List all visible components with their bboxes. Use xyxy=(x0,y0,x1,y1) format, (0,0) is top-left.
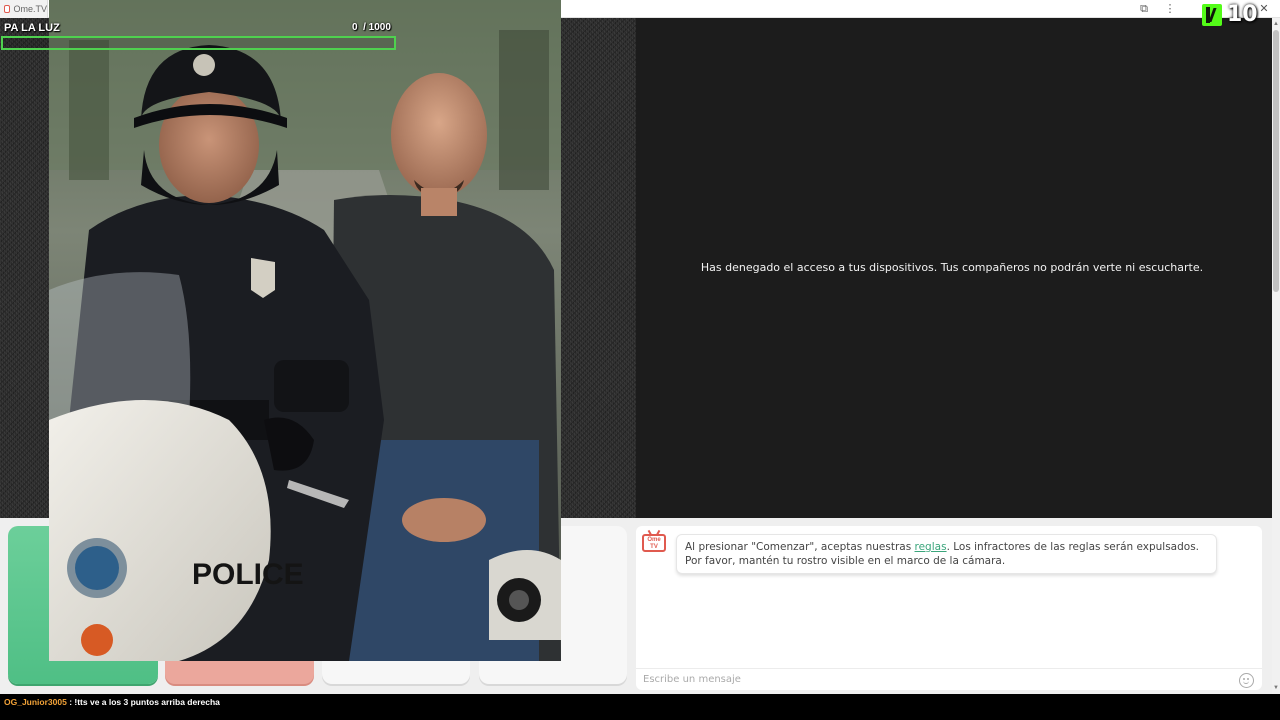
browser-tab[interactable]: Ome.TV xyxy=(0,0,48,18)
puzzle-icon[interactable]: ⧉ xyxy=(1137,2,1151,16)
kick-viewer-badge: 10 xyxy=(1202,2,1258,27)
kick-viewer-count: 10 xyxy=(1227,2,1258,27)
police-decal: POLICE xyxy=(192,558,304,591)
close-icon[interactable]: ✕ xyxy=(1257,2,1271,16)
chat-message: : !tts ve a los 3 puntos arriba derecha xyxy=(66,697,220,707)
stream-screen: { "browser": { "tab_title": "Ome.TV", "e… xyxy=(0,0,1280,720)
goal-title: PA LA LUZ xyxy=(4,22,60,34)
ome-tv-favicon-icon xyxy=(4,5,11,13)
devices-denied-message: Has denegado el acceso a tus dispositivo… xyxy=(700,261,1204,274)
message-input-placeholder: Escribe un mensaje xyxy=(643,674,741,685)
stream-chat-bar: OG_Junior3005 : !tts ve a los 3 puntos a… xyxy=(0,694,1280,720)
tab-title: Ome.TV xyxy=(13,4,47,14)
page-scrollbar[interactable]: ▲ ▼ xyxy=(1272,18,1280,694)
kick-logo-icon xyxy=(1202,3,1222,26)
chat-panel: Ome TV Al presionar "Comenzar", aceptas … xyxy=(636,526,1262,690)
rules-message: Al presionar "Comenzar", aceptas nuestra… xyxy=(676,534,1217,574)
overlay-photo: POLICE xyxy=(49,0,561,661)
goal-current: 0 xyxy=(352,22,358,33)
smiley-icon[interactable] xyxy=(1239,673,1254,688)
scroll-thumb[interactable] xyxy=(1273,30,1279,292)
goal-count: 0 / 1000 xyxy=(352,22,391,33)
police-motorcycle-photo: POLICE xyxy=(49,0,561,661)
goal-progress-bar xyxy=(1,36,396,50)
goal-target: / 1000 xyxy=(363,22,391,33)
ome-tv-logo-icon: Ome TV xyxy=(642,534,666,552)
message-input[interactable]: Escribe un mensaje xyxy=(636,668,1262,690)
partner-video-panel: Has denegado el acceso a tus dispositivo… xyxy=(636,18,1272,518)
rules-link[interactable]: reglas xyxy=(915,541,947,553)
scroll-up-arrow-icon[interactable]: ▲ xyxy=(1272,20,1280,28)
kebab-menu-icon[interactable]: ⋮ xyxy=(1163,2,1177,16)
rules-text-prefix: Al presionar "Comenzar", aceptas nuestra… xyxy=(685,541,915,553)
scroll-down-arrow-icon[interactable]: ▼ xyxy=(1272,684,1280,692)
chat-username: OG_Junior3005 xyxy=(4,697,67,707)
